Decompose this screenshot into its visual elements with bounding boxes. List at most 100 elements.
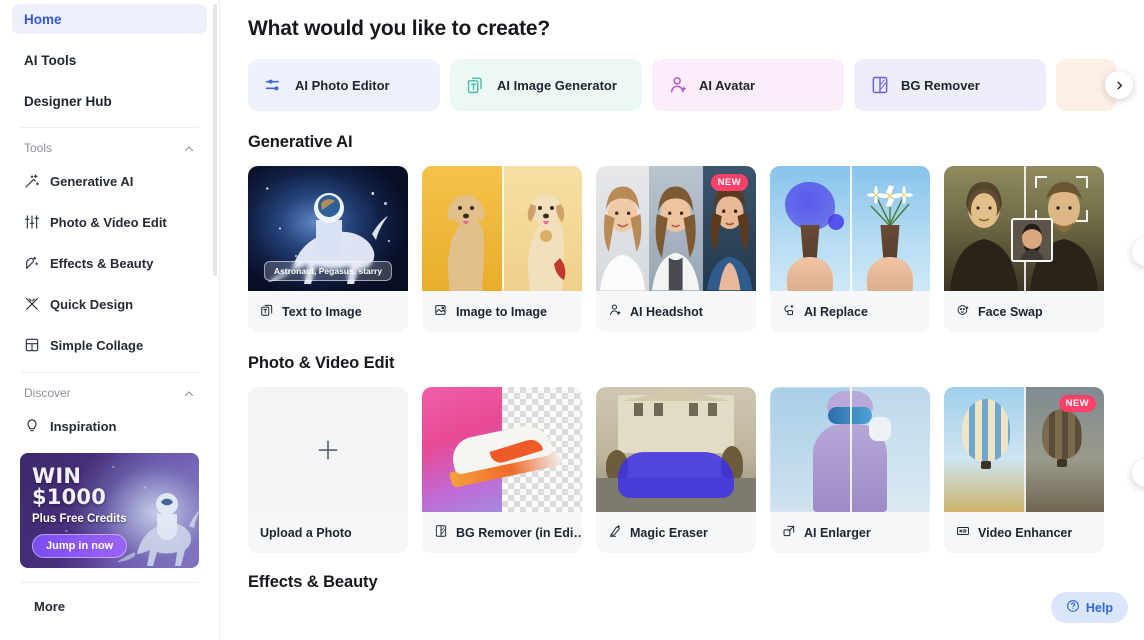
sidebar-item-simple-collage[interactable]: Simple Collage [12, 331, 207, 359]
card-ai-enlarger[interactable]: AI Enlarger [770, 387, 930, 553]
generative-ai-next-button[interactable] [1132, 238, 1144, 266]
bg-remover-icon [434, 524, 448, 541]
card-magic-eraser[interactable]: Magic Eraser [596, 387, 756, 553]
promo-cta-button[interactable]: Jump in now [32, 534, 128, 558]
sidebar-item-label: More [34, 598, 66, 614]
card-label: AI Replace [804, 304, 868, 319]
promo-subline: Plus Free Credits [32, 513, 127, 525]
card-footer: Upload a Photo [248, 512, 408, 553]
quick-action-bg-remover[interactable]: BG Remover [854, 59, 1046, 111]
chevron-up-icon [183, 387, 195, 399]
image-to-image-icon [434, 303, 448, 320]
daisies-illustration [867, 185, 913, 230]
card-video-enhancer[interactable]: NEW Video Enhancer [944, 387, 1104, 553]
sidebar-group-title: Discover [24, 386, 71, 400]
sidebar-item-label: Inspiration [50, 418, 117, 434]
chevron-up-icon [183, 142, 195, 154]
card-label: BG Remover (in Edi… [456, 525, 582, 540]
car-selection-mask [618, 452, 734, 498]
sidebar-item-label: Effects & Beauty [50, 255, 154, 271]
card-face-swap[interactable]: Face Swap [944, 166, 1104, 332]
sidebar-item-effects-beauty[interactable]: Effects & Beauty [12, 249, 207, 277]
card-label: AI Enlarger [804, 525, 871, 540]
badge-new: NEW [710, 174, 748, 191]
help-button[interactable]: Help [1050, 592, 1128, 623]
collage-grid-icon [24, 337, 40, 353]
card-footer: Video Enhancer [944, 512, 1104, 553]
question-mark-icon [1066, 599, 1080, 616]
photo-video-edit-next-button[interactable] [1132, 459, 1144, 487]
sidebar-item-label: Designer Hub [24, 93, 112, 109]
card-footer: Face Swap [944, 291, 1104, 332]
card-image-to-image[interactable]: Image to Image [422, 166, 582, 332]
sidebar-item-label: Photo & Video Edit [50, 214, 167, 230]
quick-actions-list: AI Photo Editor AI Image Generator AI Av… [248, 59, 1144, 111]
card-label: Magic Eraser [630, 525, 708, 540]
sidebar-group-tools[interactable]: Tools [12, 137, 207, 159]
replace-icon [782, 303, 796, 320]
enlarge-icon [782, 524, 796, 541]
card-ai-headshot[interactable]: NEW AI Headshot [596, 166, 756, 332]
bg-remover-icon [870, 75, 890, 95]
quick-action-label: AI Photo Editor [295, 77, 390, 93]
card-ai-replace[interactable]: AI Replace [770, 166, 930, 332]
sidebar-item-designer-hub[interactable]: Designer Hub [12, 86, 207, 116]
text-to-image-icon [260, 303, 274, 320]
face-detect-bracket [1035, 176, 1088, 222]
card-upload-a-photo[interactable]: Upload a Photo [248, 387, 408, 553]
quick-action-ai-photo-editor[interactable]: AI Photo Editor [248, 59, 440, 111]
eraser-icon [608, 524, 622, 541]
image-generator-icon [466, 75, 486, 95]
card-footer: BG Remover (in Edi… [422, 512, 582, 553]
prompt-overlay: Astronaut, Pegasus, starry [263, 261, 393, 281]
card-thumbnail [422, 387, 582, 512]
sidebar-divider-2 [20, 372, 199, 373]
card-thumbnail: NEW [596, 166, 756, 291]
section-photo-video-edit: Photo & Video Edit Upload a Photo BG Rem… [248, 354, 1144, 553]
card-bg-remover-in-editor[interactable]: BG Remover (in Edi… [422, 387, 582, 553]
quick-action-ai-avatar[interactable]: AI Avatar [652, 59, 844, 111]
sidebar-item-ai-tools[interactable]: AI Tools [12, 45, 207, 75]
card-thumbnail [770, 166, 930, 291]
quick-action-ai-image-generator[interactable]: AI Image Generator [450, 59, 642, 111]
quick-action-label: AI Avatar [699, 77, 756, 93]
card-footer: Image to Image [422, 291, 582, 332]
card-label: AI Headshot [630, 304, 703, 319]
headshot-icon [608, 303, 622, 320]
card-thumbnail [944, 166, 1104, 291]
sidebar-item-label: Generative AI [50, 173, 134, 189]
promo-banner[interactable]: WIN $1000 Plus Free Credits Jump in now [20, 453, 199, 568]
face-swap-icon [956, 303, 970, 320]
help-label: Help [1085, 600, 1113, 615]
section-cards-generative-ai: Astronaut, Pegasus, starry Text to Image [248, 166, 1144, 332]
sliders-icon [24, 214, 40, 230]
card-footer: AI Headshot [596, 291, 756, 332]
card-footer: AI Enlarger [770, 512, 930, 553]
sidebar-item-label: Simple Collage [50, 337, 144, 353]
section-generative-ai: Generative AI Astronaut, Pegasus, starry… [248, 133, 1144, 332]
sidebar-divider-3 [20, 582, 199, 583]
section-title: Effects & Beauty [248, 573, 378, 591]
card-label: Video Enhancer [978, 525, 1073, 540]
sidebar-item-quick-design[interactable]: Quick Design [12, 290, 207, 318]
sidebar-item-generative-ai[interactable]: Generative AI [12, 167, 207, 195]
sidebar-item-more[interactable]: More [12, 593, 207, 625]
sidebar: Home AI Tools Designer Hub Tools Generat… [0, 0, 220, 640]
source-face-chip [1011, 218, 1054, 262]
section-effects-beauty: Effects & Beauty [248, 573, 1144, 592]
sidebar-item-photo-video-edit[interactable]: Photo & Video Edit [12, 208, 207, 236]
upload-dropzone[interactable] [248, 387, 408, 512]
badge-new: NEW [1058, 395, 1096, 412]
page-title: What would you like to create? [248, 17, 551, 40]
crossed-wands-icon [24, 296, 40, 312]
card-text-to-image[interactable]: Astronaut, Pegasus, starry Text to Image [248, 166, 408, 332]
quick-actions-carousel: AI Photo Editor AI Image Generator AI Av… [248, 59, 1144, 111]
sidebar-group-discover[interactable]: Discover [12, 382, 207, 404]
sidebar-scrollbar[interactable] [213, 4, 217, 276]
card-thumbnail: Astronaut, Pegasus, starry [248, 166, 408, 291]
card-thumbnail [422, 166, 582, 291]
sidebar-item-home[interactable]: Home [12, 4, 207, 34]
sidebar-item-inspiration[interactable]: Inspiration [12, 412, 207, 440]
quick-actions-next-button[interactable] [1105, 71, 1133, 99]
sidebar-group-title: Tools [24, 141, 53, 155]
